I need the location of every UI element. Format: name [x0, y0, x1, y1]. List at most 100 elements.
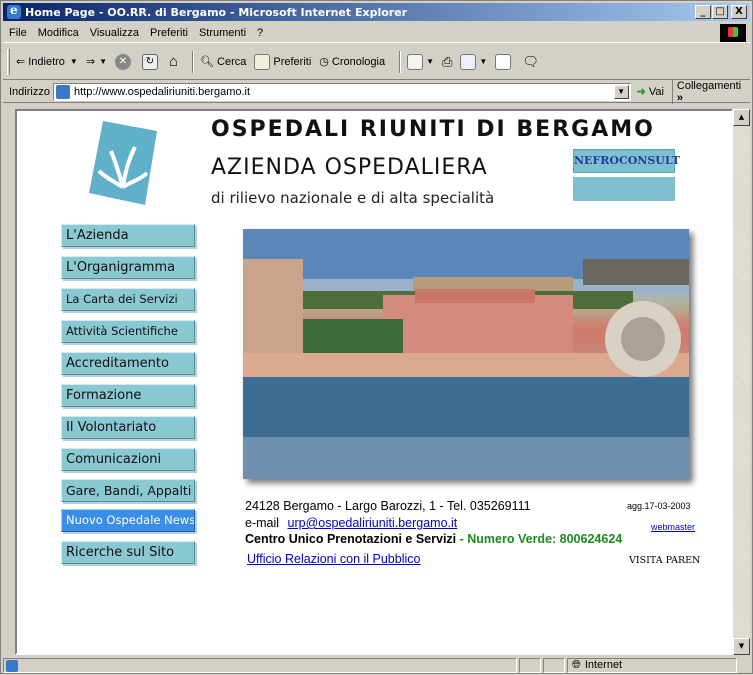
history-icon: ◷	[319, 56, 329, 68]
address-dropdown-icon[interactable]: ▼	[613, 84, 629, 99]
messenger-button[interactable]: 🗨︎	[522, 54, 539, 70]
forward-dropdown-icon[interactable]: ▼	[99, 57, 107, 66]
nav-gare-bandi[interactable]: Gare, Bandi, Appalti	[61, 479, 195, 502]
email-link[interactable]: urp@ospedaliriuniti.bergamo.it	[288, 516, 458, 530]
edit-dropdown-icon[interactable]: ▼	[479, 57, 487, 66]
edit-icon	[460, 53, 477, 70]
links-label: Collegamenti	[676, 79, 742, 92]
numero-verde: Numero Verde: 800624624	[467, 532, 623, 546]
ie-icon	[7, 3, 21, 19]
visita-parenti-link[interactable]: VISITA PAREN	[629, 555, 700, 566]
menu-strumenti[interactable]: Strumenti	[199, 27, 246, 39]
menu-help[interactable]: ?	[257, 27, 263, 39]
scroll-down-icon[interactable]: ▼	[733, 638, 750, 655]
menu-file[interactable]: File	[9, 27, 27, 39]
mail-dropdown-icon[interactable]: ▼	[426, 57, 434, 66]
browser-window: Home Page - OO.RR. di Bergamo - Microsof…	[0, 0, 753, 674]
favorites-label: Preferiti	[273, 55, 312, 68]
home-icon: ⌂	[168, 53, 179, 70]
nav-attivita-scientifiche[interactable]: Attività Scientifiche	[61, 320, 195, 343]
hospital-photo-art	[243, 229, 689, 479]
menu-visualizza[interactable]: Visualizza	[90, 27, 139, 39]
scroll-up-icon[interactable]: ▲	[733, 109, 750, 126]
history-label: Cronologia	[331, 55, 386, 68]
standard-toolbar: ⇐ Indietro ▼ ⇒ ▼ ✕ ↻ ⌂ 🔍︎ Cerca Preferiti …	[3, 44, 750, 80]
back-button[interactable]: ⇐ Indietro ▼	[16, 55, 78, 69]
print-icon: ⎙	[442, 53, 453, 69]
search-button[interactable]: 🔍︎ Cerca	[200, 55, 247, 69]
email-row: e-mail urp@ospedaliriuniti.bergamo.it	[245, 516, 457, 530]
discuss-button[interactable]	[495, 53, 514, 70]
updated-date: agg.17-03-2003	[627, 501, 691, 511]
globe-icon: 🌐︎	[572, 658, 581, 671]
webmaster-link[interactable]: webmaster	[651, 522, 695, 532]
nefroconsult-link[interactable]: NEFROCONSULT	[573, 149, 680, 173]
vertical-scrollbar[interactable]: ▲ ▼	[733, 109, 750, 655]
page-title: OSPEDALI RIUNITI DI BERGAMO	[211, 117, 655, 142]
menu-modifica[interactable]: Modifica	[38, 27, 79, 39]
address-label: Indirizzo	[9, 85, 50, 98]
refresh-button[interactable]: ↻	[141, 53, 161, 70]
go-button[interactable]: ➜ Vai	[636, 85, 664, 99]
back-dropdown-icon[interactable]: ▼	[70, 57, 78, 66]
page-content: OSPEDALI RIUNITI DI BERGAMO AZIENDA OSPE…	[15, 109, 733, 655]
status-progress-cell	[519, 657, 541, 673]
nav-nuovo-ospedale[interactable]: Nuovo Ospedale News	[61, 509, 195, 532]
stop-icon: ✕	[114, 53, 131, 70]
menu-preferiti[interactable]: Preferiti	[150, 27, 188, 39]
mail-icon	[407, 53, 424, 70]
links-chevron-icon: »	[676, 91, 684, 104]
stop-button[interactable]: ✕	[114, 53, 134, 70]
email-label: e-mail	[245, 516, 280, 530]
status-security-cell	[543, 657, 565, 673]
mail-button[interactable]: ▼	[407, 53, 434, 70]
urp-link[interactable]: Ufficio Relazioni con il Pubblico	[247, 552, 420, 566]
go-label: Vai	[648, 85, 664, 98]
forward-button[interactable]: ⇒ ▼	[86, 55, 107, 68]
status-text	[3, 657, 517, 673]
edit-button[interactable]: ▼	[460, 53, 487, 70]
page-tagline: di rilievo nazionale e di alta specialit…	[211, 189, 495, 207]
address-bar: Indirizzo http://www.ospedaliriuniti.ber…	[3, 79, 750, 104]
nav-organigramma[interactable]: L'Organigramma	[61, 256, 195, 279]
discuss-icon	[495, 53, 512, 70]
nav-volontariato[interactable]: Il Volontariato	[61, 416, 195, 439]
status-zone: 🌐︎ Internet	[567, 657, 737, 673]
print-button[interactable]: ⎙	[442, 54, 452, 70]
nefroconsult-banner[interactable]	[573, 177, 675, 201]
favorites-icon	[254, 53, 271, 70]
nav-accreditamento[interactable]: Accreditamento	[61, 352, 195, 375]
address-input[interactable]: http://www.ospedaliriuniti.bergamo.it ▼	[52, 82, 631, 101]
nav-comunicazioni[interactable]: Comunicazioni	[61, 448, 195, 471]
status-page-icon	[6, 659, 18, 672]
history-button[interactable]: ◷ Cronologia	[319, 55, 386, 69]
maximize-button[interactable]: □	[712, 5, 728, 19]
links-button[interactable]: Collegamenti »	[671, 79, 750, 104]
toolbar-grip	[7, 48, 10, 75]
nav-azienda[interactable]: L'Azienda	[61, 224, 195, 247]
toolbar-separator	[399, 50, 402, 73]
toolbar-separator	[192, 50, 195, 73]
nav-carta-servizi[interactable]: La Carta dei Servizi	[61, 288, 195, 311]
zone-label: Internet	[584, 659, 623, 671]
close-button[interactable]: X	[731, 5, 747, 19]
refresh-icon: ↻	[141, 53, 158, 70]
page-subtitle: AZIENDA OSPEDALIERA	[211, 155, 488, 180]
address-url[interactable]: http://www.ospedaliriuniti.bergamo.it	[74, 86, 250, 98]
menu-bar: File Modifica Visualizza Preferiti Strum…	[3, 23, 750, 43]
home-button[interactable]: ⌂	[169, 53, 178, 70]
nav-ricerche[interactable]: Ricerche sul Sito	[61, 541, 195, 564]
minimize-button[interactable]: _	[695, 5, 711, 19]
search-label: Cerca	[217, 55, 247, 68]
hospital-photo	[243, 229, 689, 479]
back-label: Indietro	[28, 55, 65, 68]
windows-logo-icon	[720, 24, 746, 42]
nav-formazione[interactable]: Formazione	[61, 384, 195, 407]
back-arrow-icon: ⇐	[16, 56, 26, 68]
cup-label: Centro Unico Prenotazioni e Servizi	[245, 532, 457, 546]
go-arrow-icon: ➜	[636, 86, 646, 98]
cup-row: Centro Unico Prenotazioni e Servizi - Nu…	[245, 532, 622, 546]
search-icon: 🔍︎	[200, 56, 215, 68]
favorites-button[interactable]: Preferiti	[254, 53, 312, 70]
cup-dash: -	[456, 532, 468, 546]
